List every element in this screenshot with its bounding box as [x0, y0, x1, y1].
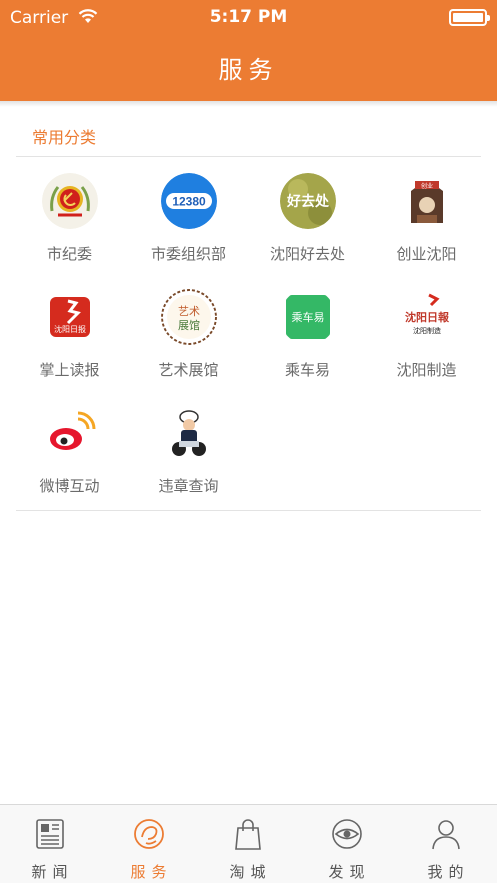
svg-text:沈阳日報: 沈阳日報 [405, 310, 450, 324]
category-label: 沈阳好去处 [269, 245, 345, 263]
svg-text:乘车易: 乘车易 [292, 310, 325, 324]
tab-label: 淘城 [229, 863, 272, 881]
eye-icon [332, 819, 362, 849]
12380-icon: 12380 [161, 173, 217, 229]
weibo-icon [42, 405, 98, 461]
category-item-shijiwei[interactable]: 市纪委 [10, 163, 129, 273]
category-label: 市纪委 [46, 245, 92, 263]
tab-service[interactable]: 服务 [99, 805, 198, 884]
section-divider-top [16, 156, 481, 157]
service-icon [134, 819, 164, 849]
tab-label: 我的 [427, 863, 470, 881]
newspaper-icon [36, 819, 64, 849]
category-item-weizhang[interactable]: 违章查询 [129, 395, 248, 505]
bus-icon: 乘车易 [280, 289, 336, 345]
shenyang-daily-icon: 沈阳日报 [42, 289, 98, 345]
svg-text:创业: 创业 [421, 182, 433, 190]
haoquchu-icon: 好去处 [280, 173, 336, 229]
category-item-weibo[interactable]: 微博互动 [10, 395, 129, 505]
svg-text:好去处: 好去处 [286, 193, 330, 210]
category-item-zhizao[interactable]: 沈阳日報 沈阳制造 沈阳制造 [367, 279, 486, 389]
shenyang-made-icon: 沈阳日報 沈阳制造 [399, 289, 455, 345]
status-time: 5:17 PM [209, 7, 288, 27]
category-label: 创业沈阳 [396, 245, 457, 263]
category-label: 乘车易 [284, 361, 330, 379]
category-label: 微博互动 [39, 477, 100, 495]
status-bar: Carrier 5:17 PM [0, 0, 497, 36]
category-label: 掌上读报 [39, 361, 100, 379]
header-bar: Carrier 5:17 PM 服务 [0, 0, 497, 101]
category-item-yishu[interactable]: 艺术 展馆 艺术展馆 [129, 279, 248, 389]
category-item-chengcheyi[interactable]: 乘车易 乘车易 [248, 279, 367, 389]
tab-label: 服务 [130, 863, 173, 881]
startup-icon: 创业 [399, 173, 455, 229]
page-title: 服务 [218, 56, 279, 84]
category-label: 艺术展馆 [158, 361, 219, 379]
category-label: 市委组织部 [150, 245, 226, 263]
battery-icon [449, 9, 490, 26]
tab-mine[interactable]: 我的 [396, 805, 495, 884]
party-emblem-icon [42, 173, 98, 229]
tab-discover[interactable]: 发现 [297, 805, 396, 884]
section-title: 常用分类 [32, 128, 97, 147]
svg-text:艺术: 艺术 [178, 305, 200, 318]
tab-news[interactable]: 新闻 [0, 805, 99, 884]
svg-text:12380: 12380 [172, 195, 206, 209]
category-item-haoquchu[interactable]: 好去处 沈阳好去处 [248, 163, 367, 273]
art-gallery-icon: 艺术 展馆 [161, 289, 217, 345]
tab-shop[interactable]: 淘城 [198, 805, 297, 884]
person-icon [432, 820, 460, 850]
category-item-zuzhibu[interactable]: 12380 市委组织部 [129, 163, 248, 273]
category-item-chuangye[interactable]: 创业 创业沈阳 [367, 163, 486, 273]
category-label: 违章查询 [158, 477, 219, 495]
category-item-zhangshang[interactable]: 沈阳日报 掌上读报 [10, 279, 129, 389]
header-shadow [0, 101, 497, 107]
category-label: 沈阳制造 [396, 361, 457, 379]
shopping-bag-icon [235, 819, 261, 850]
svg-text:沈阳日报: 沈阳日报 [54, 324, 86, 334]
svg-text:沈阳制造: 沈阳制造 [413, 326, 441, 335]
traffic-police-icon [161, 405, 217, 461]
tab-bar: 新闻 服务 淘城 发现 我的 [0, 804, 497, 883]
tab-label: 发现 [328, 863, 371, 881]
tab-label: 新闻 [31, 863, 74, 881]
section-divider-bottom [16, 510, 481, 511]
svg-text:展馆: 展馆 [178, 318, 200, 332]
